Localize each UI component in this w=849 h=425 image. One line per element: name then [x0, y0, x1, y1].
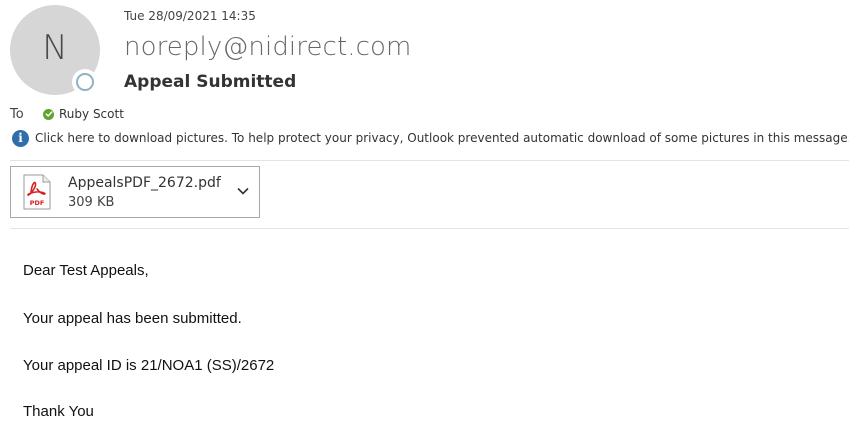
- body-greeting: Dear Test Appeals,: [23, 262, 149, 279]
- attachment-file-name: AppealsPDF_2672.pdf: [68, 175, 221, 191]
- body-closing: Thank You: [23, 403, 94, 420]
- presence-status-icon: [72, 69, 98, 95]
- attachment-card[interactable]: PDF AppealsPDF_2672.pdf 309 KB: [10, 166, 260, 218]
- recipient-name[interactable]: Ruby Scott: [59, 107, 124, 121]
- to-label: To: [10, 106, 24, 122]
- info-icon: i: [12, 129, 29, 147]
- avatar-initial: N: [42, 28, 68, 68]
- pdf-icon: PDF: [23, 174, 51, 210]
- email-reading-pane: N Tue 28/09/2021 14:35 noreply@nidirect.…: [0, 0, 849, 425]
- chevron-down-icon[interactable]: [237, 186, 249, 196]
- check-icon: [43, 108, 54, 120]
- attachment-file-size: 309 KB: [68, 195, 115, 210]
- body-line: Your appeal has been submitted.: [23, 310, 242, 327]
- timestamp: Tue 28/09/2021 14:35: [124, 9, 256, 23]
- download-pictures-bar[interactable]: i Click here to download pictures. To he…: [12, 129, 849, 147]
- download-pictures-link[interactable]: Click here to download pictures. To help…: [35, 131, 849, 145]
- pdf-icon-label: PDF: [30, 199, 45, 207]
- email-subject: Appeal Submitted: [124, 72, 297, 92]
- divider: [10, 160, 849, 161]
- divider: [10, 228, 849, 229]
- body-line: Your appeal ID is 21/NOA1 (SS)/2672: [23, 357, 275, 374]
- sender-address[interactable]: noreply@nidirect.com: [124, 32, 411, 62]
- to-row: To Ruby Scott: [10, 105, 124, 123]
